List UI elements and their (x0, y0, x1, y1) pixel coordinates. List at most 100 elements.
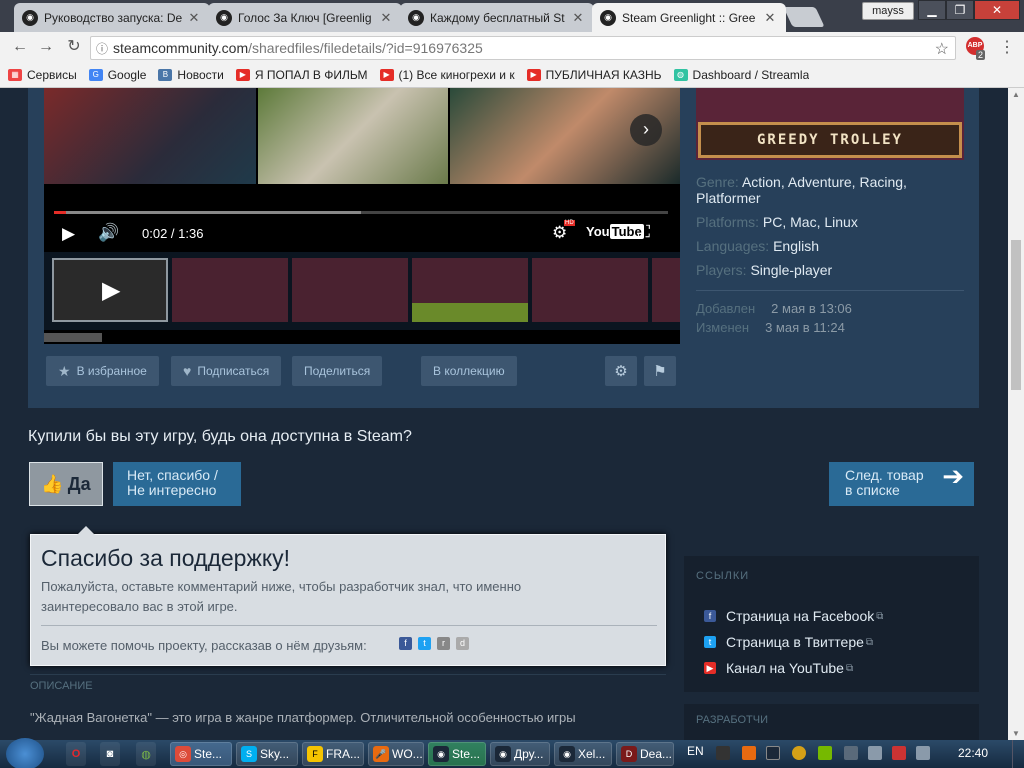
taskbar-item[interactable]: 🎤 WO... (368, 742, 424, 766)
mic-icon[interactable] (742, 746, 756, 760)
media-thumb-screenshot[interactable] (412, 258, 528, 322)
taskbar-item[interactable]: ◉ Дру... (490, 742, 550, 766)
taskbar-label: Xel... (578, 747, 606, 761)
media-strip-scrollbar[interactable] (44, 330, 680, 344)
bookmark-youtube-1[interactable]: ▶ Я ПОПАЛ В ФИЛЬМ (235, 68, 368, 82)
add-to-collection-button[interactable]: В коллекцию (421, 356, 517, 386)
media-thumb-screenshot[interactable] (532, 258, 648, 322)
bookmark-streamlabs[interactable]: ◍ Dashboard / Streamla (673, 68, 809, 82)
media-thumb-screenshot[interactable] (172, 258, 288, 322)
game-icon: D (621, 746, 637, 762)
opera-icon[interactable]: O (66, 742, 86, 766)
share-button[interactable]: Поделиться (292, 356, 383, 386)
browser-menu-icon[interactable]: ⋮ (998, 37, 1016, 57)
app-icon[interactable] (892, 746, 906, 760)
youtube-logo[interactable]: You Tube (586, 224, 644, 239)
minimize-button[interactable]: ▁ (918, 0, 946, 20)
gear-icon[interactable]: ⚙ (605, 356, 637, 386)
bookmark-star-icon[interactable]: ☆ (935, 39, 949, 59)
vote-yes-button[interactable]: 👍 Да (29, 462, 103, 506)
clock[interactable]: 22:40 (958, 746, 988, 760)
maximize-button[interactable]: ❐ (946, 0, 974, 20)
flag-icon[interactable]: ⚑ (644, 356, 676, 386)
page-scrollbar[interactable]: ▲ ▼ (1008, 88, 1024, 740)
start-button[interactable] (6, 738, 44, 768)
video-settings-icon[interactable]: ⚙ (552, 223, 567, 243)
media-thumb-screenshot[interactable] (652, 258, 680, 322)
close-icon[interactable]: ✕ (186, 10, 202, 26)
link-twitter[interactable]: t Страница в Твиттере ⧉ (704, 634, 873, 650)
taskbar-item[interactable]: ◎ Ste... (170, 742, 232, 766)
facebook-share-icon[interactable]: f (399, 637, 412, 650)
bookmark-youtube-2[interactable]: ▶ (1) Все киногрехи и к (379, 68, 515, 82)
youtube-icon: ▶ (526, 68, 541, 81)
tray-icon[interactable] (716, 746, 730, 760)
browser-tab[interactable]: ◉ Каждому бесплатный St ✕ (400, 3, 594, 32)
app-icon[interactable]: ◍ (136, 742, 156, 766)
skype-icon: S (241, 746, 257, 762)
platforms-value[interactable]: PC, Mac, Linux (763, 214, 858, 230)
scroll-up-icon[interactable]: ▲ (1012, 90, 1020, 99)
platforms-row: Platforms: PC, Mac, Linux (696, 214, 956, 230)
video-progress-bar[interactable] (54, 211, 668, 214)
bookmark-youtube-3[interactable]: ▶ ПУБЛИЧНАЯ КАЗНЬ (526, 68, 662, 82)
thanks-text: Пожалуйста, оставьте комментарий ниже, ч… (41, 579, 522, 614)
subscribe-button[interactable]: ♥ Подписаться (171, 356, 282, 386)
info-icon[interactable]: ⓘ (91, 40, 113, 57)
back-icon[interactable]: ← (10, 38, 30, 58)
close-icon[interactable]: ✕ (762, 10, 778, 26)
bookmark-news[interactable]: B Новости (158, 68, 224, 82)
steam-icon: ◉ (408, 9, 424, 26)
browser-tab-active[interactable]: ◉ Steam Greenlight :: Gree ✕ (592, 3, 786, 32)
browser-tab[interactable]: ◉ Голос За Ключ [Greenlig ✕ (208, 3, 402, 32)
close-icon[interactable]: ✕ (378, 10, 394, 26)
new-tab-button[interactable] (783, 7, 825, 27)
next-item-button[interactable]: След. товар в списке ➔ (829, 462, 974, 506)
vote-no-button[interactable]: Нет, спасибо / Не интересно (113, 462, 241, 506)
browser-tab[interactable]: ◉ Руководство запуска: De ✕ (14, 3, 210, 32)
languages-value[interactable]: English (773, 238, 819, 254)
address-bar[interactable]: ⓘ steamcommunity.com/sharedfiles/filedet… (90, 36, 956, 60)
fullscreen-icon[interactable]: ⛶ (638, 222, 650, 242)
tab-title: Steam Greenlight :: Gree (622, 10, 756, 25)
show-desktop-button[interactable] (1012, 740, 1024, 768)
network-icon[interactable] (844, 746, 858, 760)
digg-share-icon[interactable]: d (456, 637, 469, 650)
players-value[interactable]: Single-player (750, 262, 832, 278)
favorite-button[interactable]: ★ В избранное (46, 356, 159, 386)
close-icon[interactable]: ✕ (570, 10, 586, 26)
play-icon[interactable]: ▶ (62, 224, 75, 244)
taskbar-item[interactable]: D Dea... (616, 742, 674, 766)
link-facebook[interactable]: f Страница на Facebook ⧉ (704, 608, 883, 624)
media-thumb-screenshot[interactable] (292, 258, 408, 322)
volume-icon[interactable]: 🔊 (98, 223, 119, 243)
reddit-share-icon[interactable]: r (437, 637, 450, 650)
scrollbar-thumb[interactable] (1011, 240, 1021, 390)
external-link-icon: ⧉ (865, 636, 874, 648)
flag-icon[interactable] (868, 746, 882, 760)
twitter-share-icon[interactable]: t (418, 637, 431, 650)
scrollbar-thumb[interactable] (44, 333, 102, 342)
bookmark-google[interactable]: G Google (88, 68, 146, 82)
taskbar-item[interactable]: S Sky... (236, 742, 298, 766)
discord-icon[interactable]: ◙ (100, 742, 120, 766)
warning-icon[interactable] (792, 746, 806, 760)
scroll-down-icon[interactable]: ▼ (1012, 729, 1020, 738)
steam-icon: ◉ (600, 9, 616, 26)
link-youtube[interactable]: ▶ Канал на YouTube ⧉ (704, 660, 853, 676)
nvidia-icon[interactable] (818, 746, 832, 760)
steam-icon[interactable] (766, 746, 780, 760)
forward-icon[interactable]: → (36, 38, 56, 58)
language-indicator[interactable]: EN (687, 744, 704, 758)
taskbar-item[interactable]: F FRA... (302, 742, 364, 766)
window-close-button[interactable]: ✕ (974, 0, 1020, 20)
reload-icon[interactable]: ↻ (64, 38, 84, 58)
next-video-arrow[interactable]: › (630, 114, 662, 146)
volume-icon[interactable] (916, 746, 930, 760)
button-label: Да (67, 473, 91, 494)
media-thumb-video[interactable]: ▶ (52, 258, 168, 322)
bookmark-apps[interactable]: ▦ Сервисы (8, 68, 77, 82)
taskbar-item[interactable]: ◉ Xel... (554, 742, 612, 766)
profile-button[interactable]: mayss (862, 2, 914, 20)
taskbar-item[interactable]: ◉ Ste... (428, 742, 486, 766)
